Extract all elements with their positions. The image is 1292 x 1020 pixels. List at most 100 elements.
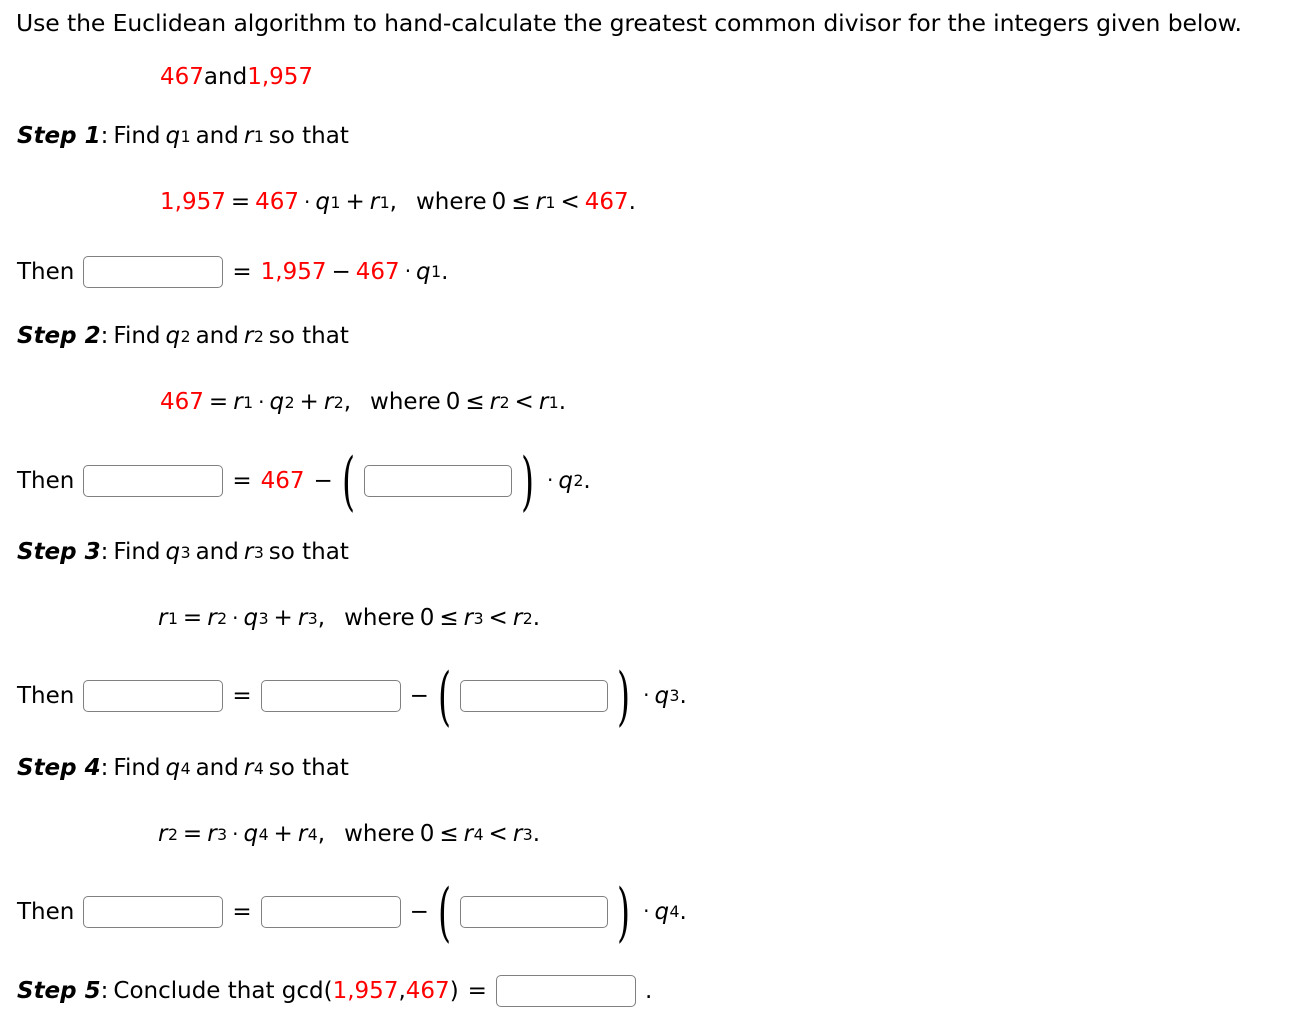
step-4-answer-input-3[interactable] bbox=[460, 896, 608, 928]
step-5-gcd-b: 467 bbox=[405, 977, 450, 1004]
step-3-eq-bound-r: r bbox=[463, 605, 474, 631]
step-1-r-sub: 1 bbox=[253, 126, 264, 146]
step-4-eq-r: r bbox=[297, 821, 308, 847]
step-1-then-minus: − bbox=[331, 258, 351, 285]
step-2-label: Step 2 bbox=[17, 323, 101, 349]
step-1-then-q: q bbox=[416, 258, 431, 285]
step-3-eq-term1-sub: 2 bbox=[217, 608, 228, 628]
step-1-eq-where: where bbox=[415, 189, 487, 215]
step-1-find: Find bbox=[113, 123, 161, 149]
step-5-answer-input[interactable] bbox=[495, 975, 636, 1007]
step-4-eq-where: where bbox=[344, 821, 415, 847]
step-3-eq-r: r bbox=[297, 605, 308, 631]
step-4-eq-lt: < bbox=[488, 821, 508, 847]
step-4-then-eq: = bbox=[232, 898, 252, 925]
step-3-q-sub: 3 bbox=[180, 542, 191, 562]
step-2-answer-input-1[interactable] bbox=[83, 465, 224, 497]
step-4-sothat: so that bbox=[268, 755, 349, 781]
step-3-eq-bound-r2: r bbox=[512, 605, 523, 631]
step-1-q: q bbox=[165, 123, 181, 149]
step-2-r-sub: 2 bbox=[253, 326, 264, 346]
step-2-eq-q-sub: 2 bbox=[284, 392, 295, 412]
step-4-then-label: Then bbox=[17, 898, 75, 925]
step-5-gcd-a: 1,957 bbox=[332, 977, 399, 1004]
step-4-eq-plus: + bbox=[273, 821, 293, 847]
step-1-and: and bbox=[195, 123, 239, 149]
step-4-eq-bound-r-sub: 4 bbox=[473, 824, 484, 844]
step-4-then-row: Then = − ( ) · q4. bbox=[17, 875, 687, 950]
step-1-r: r bbox=[243, 123, 254, 149]
step-1-then-b: 467 bbox=[355, 258, 400, 285]
step-4-answer-input-2[interactable] bbox=[260, 896, 401, 928]
step-1-eq-lt: < bbox=[560, 189, 580, 215]
step-4-eq-term1-r: r bbox=[207, 821, 217, 847]
step-3-heading: Step 3 : Find q3 and r3 so that bbox=[17, 541, 349, 564]
step-3-then-period: . bbox=[679, 682, 687, 709]
step-3-eq-le: ≤ bbox=[439, 605, 459, 631]
step-3-answer-input-1[interactable] bbox=[83, 680, 224, 712]
step-3-eq-zero: 0 bbox=[419, 605, 435, 631]
step-4-eq-bound-r2-sub: 3 bbox=[522, 824, 533, 844]
step-1-eq-sign: = bbox=[230, 189, 251, 215]
step-3-eq-sign: = bbox=[182, 605, 203, 631]
step-1-eq-bound-r-sub: 1 bbox=[545, 192, 556, 212]
step-2-then-minus: − bbox=[313, 467, 333, 494]
step-3-eq-term1-r: r bbox=[207, 605, 217, 631]
step-3-colon: : bbox=[100, 539, 109, 565]
step-1-eq-comma: , bbox=[389, 189, 397, 215]
step-5-gcd-comma: , bbox=[398, 977, 406, 1004]
step-4-q: q bbox=[165, 755, 181, 781]
step-2-eq-bound-r-sub: 2 bbox=[499, 392, 510, 412]
step-2-eq-dot: · bbox=[258, 389, 265, 414]
step-3-then-eq: = bbox=[232, 682, 252, 709]
step-1-eq-lhs: 1,957 bbox=[160, 189, 226, 215]
step-3-answer-input-2[interactable] bbox=[260, 680, 401, 712]
step-3-eq-lhs-sub: 1 bbox=[167, 608, 178, 628]
integers-conjunction: and bbox=[203, 64, 248, 90]
step-2-then-label: Then bbox=[17, 467, 75, 494]
step-2-eq-le: ≤ bbox=[465, 389, 485, 415]
step-3-eq-lt: < bbox=[488, 605, 508, 631]
step-1-answer-input-1[interactable] bbox=[83, 256, 224, 288]
step-5-colon: : bbox=[100, 977, 109, 1004]
step-4-equation: r2 = r3 · q4 + r4, where 0 ≤ r4 < r3. bbox=[158, 823, 540, 846]
step-3-and: and bbox=[195, 539, 239, 565]
step-4-eq-lhs-sub: 2 bbox=[167, 824, 178, 844]
step-4-then-minus: − bbox=[409, 898, 429, 925]
step-1-eq-bound: 467 bbox=[584, 189, 629, 215]
step-2-find: Find bbox=[113, 323, 161, 349]
step-3-eq-where: where bbox=[344, 605, 415, 631]
step-2-eq-term1-sub: 1 bbox=[243, 392, 254, 412]
step-4-eq-zero: 0 bbox=[419, 821, 435, 847]
step-4-answer-input-1[interactable] bbox=[83, 896, 224, 928]
step-4-colon: : bbox=[100, 755, 109, 781]
step-1-colon: : bbox=[100, 123, 109, 149]
step-3-then-dot: · bbox=[643, 683, 650, 707]
step-3-eq-q-sub: 3 bbox=[258, 608, 269, 628]
step-2-colon: : bbox=[100, 323, 109, 349]
step-4-and: and bbox=[195, 755, 239, 781]
step-1-sothat: so that bbox=[268, 123, 349, 149]
step-2-equation: 467 = r1 · q2 + r2, where 0 ≤ r2 < r1. bbox=[160, 391, 566, 414]
step-1-eq-r: r bbox=[369, 189, 380, 215]
step-4-then-q: q bbox=[654, 898, 670, 925]
step-2-eq-period: . bbox=[558, 389, 567, 415]
page-title: Use the Euclidean algorithm to hand-calc… bbox=[16, 9, 1242, 37]
step-4-eq-period: . bbox=[532, 821, 541, 847]
step-3-answer-input-3[interactable] bbox=[460, 680, 608, 712]
step-1-eq-r-sub: 1 bbox=[379, 192, 390, 212]
step-2-eq-term1-r: r bbox=[233, 389, 243, 415]
step-1-eq-plus: + bbox=[345, 189, 365, 215]
step-3-then-minus: − bbox=[409, 682, 429, 709]
step-1-eq-q: q bbox=[315, 189, 331, 215]
step-2-answer-input-2[interactable] bbox=[363, 465, 512, 497]
step-2-eq-zero: 0 bbox=[445, 389, 461, 415]
step-1-q-sub: 1 bbox=[180, 126, 191, 146]
step-2-heading: Step 2 : Find q2 and r2 so that bbox=[17, 325, 349, 348]
step-1-eq-bound-r: r bbox=[535, 189, 546, 215]
step-4-eq-bound-r: r bbox=[463, 821, 474, 847]
step-1-then-dot: · bbox=[404, 259, 412, 283]
step-3-label: Step 3 bbox=[17, 539, 101, 565]
step-3-eq-bound-r2-sub: 2 bbox=[522, 608, 533, 628]
step-3-eq-comma: , bbox=[317, 605, 326, 631]
